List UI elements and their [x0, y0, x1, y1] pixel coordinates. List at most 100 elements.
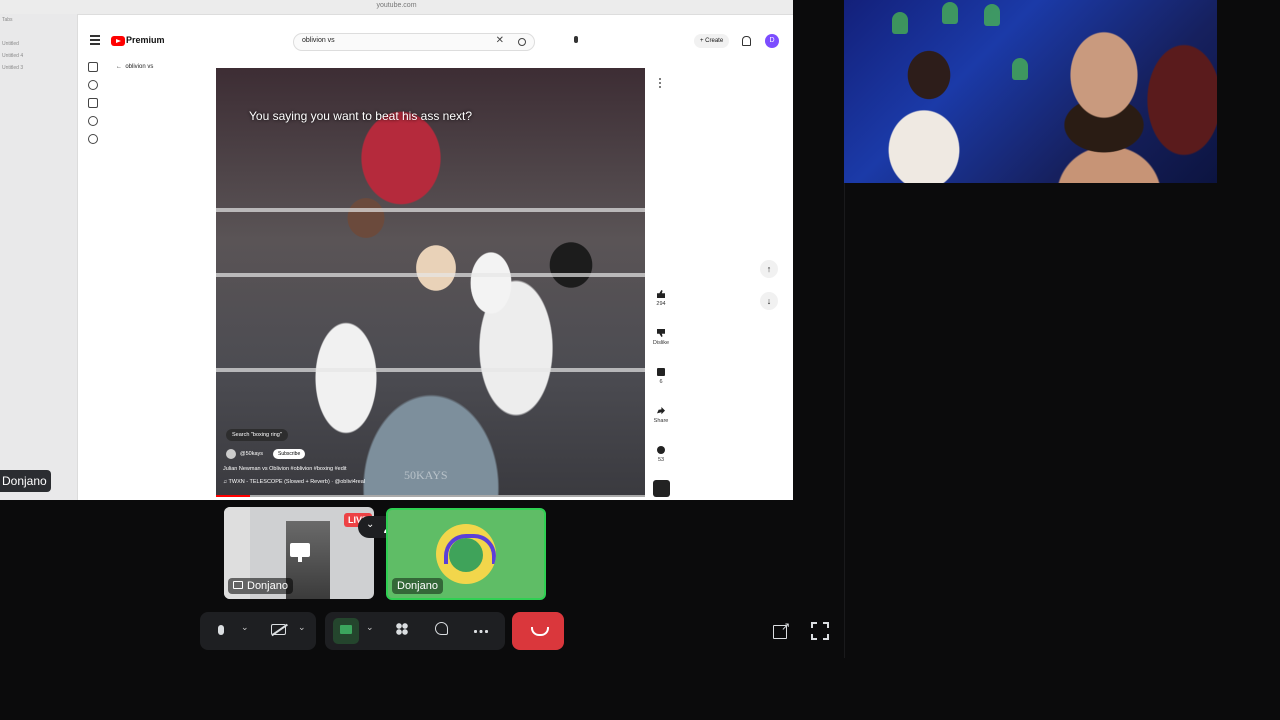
search-icon[interactable] — [518, 38, 526, 46]
video-progress-fill — [216, 495, 251, 497]
video-title[interactable]: Julian Newman vs Oblivion #oblivion #box… — [223, 466, 347, 472]
stream-tile-label: Donjano — [228, 578, 293, 594]
camera-button[interactable] — [268, 621, 288, 641]
account-avatar[interactable]: D — [765, 34, 779, 48]
ghost-decoration — [892, 12, 908, 34]
thumbs-up-icon — [657, 290, 665, 298]
video-progress-bar[interactable] — [216, 495, 645, 497]
comments-button[interactable]: 6 — [648, 368, 674, 385]
microphone-icon — [218, 625, 224, 635]
video-search-chip[interactable]: Search "boxing ring" — [226, 429, 288, 441]
shorts-video-player[interactable]: You saying you want to beat his ass next… — [216, 68, 645, 497]
create-button[interactable]: + Create — [694, 34, 730, 48]
back-arrow-icon: ← — [116, 64, 126, 70]
hang-up-icon — [531, 627, 549, 636]
ghost-decoration — [942, 2, 958, 24]
soundboard-button[interactable] — [434, 621, 448, 641]
history-icon[interactable] — [88, 134, 98, 144]
soundboard-icon — [434, 622, 448, 635]
video-watermark: 50KAYS — [404, 468, 448, 482]
search-input[interactable]: oblivion vs ✕ — [293, 33, 535, 51]
activities-icon — [396, 623, 408, 635]
stream-owner-name-tag: Donjano — [0, 470, 51, 492]
youtube-premium-logo[interactable]: Premium — [126, 35, 165, 45]
user-tile-label: Donjano — [392, 578, 443, 594]
camera-off-icon — [270, 624, 286, 635]
remix-count: 53 — [657, 457, 665, 463]
back-search-label: oblivion vs — [125, 64, 154, 70]
shorts-icon[interactable] — [88, 80, 98, 90]
notifications-bell-icon[interactable] — [742, 36, 751, 46]
previous-short-button[interactable]: ↑ — [760, 260, 778, 278]
dislike-label: Dislike — [652, 340, 670, 346]
video-subtitle: You saying you want to beat his ass next… — [249, 109, 473, 123]
sidebar-item[interactable]: Tabs — [2, 14, 77, 26]
audio-video-controls: ⌄ ⌄ — [200, 612, 316, 650]
youtube-mini-guide — [88, 62, 102, 152]
share-label: Share — [653, 418, 669, 424]
more-dots-icon — [474, 630, 488, 634]
screen-icon — [233, 581, 243, 589]
panel-divider — [844, 183, 845, 658]
screen-share-icon — [340, 625, 352, 634]
screen-share-icon — [290, 543, 310, 562]
comment-icon — [657, 368, 665, 376]
chevron-down-icon[interactable]: ⌄ — [241, 622, 249, 633]
headset-icon — [444, 534, 496, 564]
back-to-search-link[interactable]: ← oblivion vs — [116, 64, 153, 70]
share-button[interactable]: Share — [648, 407, 674, 424]
next-short-button[interactable]: ↓ — [760, 292, 778, 310]
dislike-button[interactable]: Dislike — [648, 329, 674, 346]
more-options-icon[interactable] — [659, 78, 662, 90]
comments-count: 6 — [659, 379, 663, 385]
thumbs-down-icon — [657, 329, 665, 337]
create-button-label: Create — [705, 38, 724, 44]
sidebar-item[interactable]: Untitled 3 — [2, 62, 77, 74]
browser-toolbar: youtube.com — [0, 0, 793, 15]
voice-search-icon[interactable] — [574, 36, 578, 43]
youtube-header: Premium oblivion vs ✕ + Create D — [78, 28, 793, 54]
share-screen-button[interactable] — [333, 618, 359, 644]
remix-icon — [657, 446, 665, 454]
ring-rope — [216, 208, 645, 212]
avatar — [436, 524, 496, 584]
address-bar[interactable]: youtube.com — [0, 2, 793, 9]
user-tile[interactable]: Donjano — [386, 508, 546, 600]
sidebar-item[interactable]: Untitled — [2, 38, 77, 50]
ghost-decoration — [1012, 58, 1028, 80]
share-icon — [657, 407, 665, 415]
fullscreen-button[interactable] — [811, 622, 829, 640]
subscriptions-icon[interactable] — [88, 98, 98, 108]
call-action-controls: ⌄ — [325, 612, 505, 650]
more-options-button[interactable] — [473, 621, 489, 641]
microphone-button[interactable] — [214, 621, 228, 641]
arrow-up-right-icon: ↗ — [781, 621, 791, 633]
ring-rope — [216, 273, 645, 277]
video-music-credit[interactable]: ♫ TWXN - TELESCOPE (Slowed + Reverb) · @… — [223, 479, 365, 485]
chevron-down-icon[interactable]: ⌄ — [366, 622, 374, 633]
channel-avatar[interactable] — [226, 449, 236, 459]
sidebar-item[interactable] — [2, 26, 77, 38]
webcam-video — [844, 0, 1217, 183]
popout-button[interactable]: ↗ — [772, 621, 791, 640]
activities-button[interactable] — [395, 621, 409, 641]
stream-tile[interactable]: LIVE Donjano — [224, 507, 374, 599]
disconnect-button[interactable] — [512, 612, 564, 650]
subscribe-button[interactable]: Subscribe — [273, 449, 306, 459]
like-button[interactable]: 294 — [648, 290, 674, 307]
screen-share-stream[interactable]: youtube.com Tabs Untitled Untitled 4 Unt… — [0, 0, 793, 500]
home-icon[interactable] — [88, 62, 98, 72]
hamburger-menu-icon[interactable] — [90, 35, 100, 45]
remix-button[interactable]: 53 — [648, 446, 674, 463]
sidebar-item[interactable]: Untitled 4 — [2, 50, 77, 62]
search-input-value[interactable]: oblivion vs — [302, 37, 335, 44]
channel-name[interactable]: @50kays — [240, 451, 263, 457]
youtube-logo-icon[interactable] — [111, 36, 125, 46]
clear-search-icon[interactable]: ✕ — [496, 35, 504, 46]
chevron-down-icon[interactable]: ⌄ — [366, 519, 374, 530]
chevron-down-icon[interactable]: ⌄ — [298, 622, 306, 633]
like-count: 294 — [656, 301, 666, 307]
sound-thumbnail[interactable] — [653, 480, 670, 497]
you-icon[interactable] — [88, 116, 98, 126]
ring-rope — [216, 368, 645, 372]
